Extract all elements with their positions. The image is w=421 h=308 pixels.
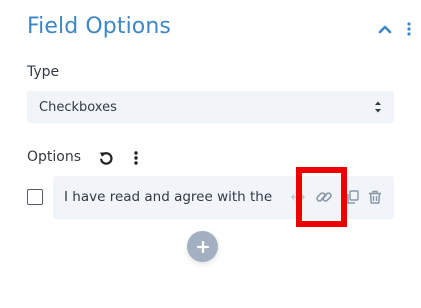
- field-options-panel: Field Options Type Checkboxes Options I …: [0, 0, 421, 308]
- reset-options-button[interactable]: [96, 148, 116, 168]
- options-label: Options: [27, 149, 82, 165]
- chevron-up-icon: [378, 25, 392, 34]
- type-label: Type: [27, 64, 60, 80]
- reset-icon: [99, 152, 113, 165]
- collapse-toggle-button[interactable]: [376, 20, 394, 38]
- section-menu-button[interactable]: [403, 20, 415, 38]
- option-checkbox[interactable]: [27, 189, 43, 205]
- kebab-vertical-icon: [134, 151, 138, 165]
- trash-icon[interactable]: [366, 188, 384, 206]
- options-menu-button[interactable]: [128, 148, 144, 168]
- type-select[interactable]: Checkboxes: [27, 91, 394, 123]
- highlight-annotation-box: [296, 167, 347, 227]
- add-option-button[interactable]: [187, 231, 218, 262]
- section-title: Field Options: [27, 14, 171, 39]
- plus-icon: [196, 240, 209, 253]
- type-select-value: Checkboxes: [39, 99, 117, 115]
- select-arrows-icon: [375, 101, 381, 113]
- kebab-vertical-icon: [407, 22, 411, 36]
- option-text[interactable]: I have read and agree with the: [64, 189, 290, 205]
